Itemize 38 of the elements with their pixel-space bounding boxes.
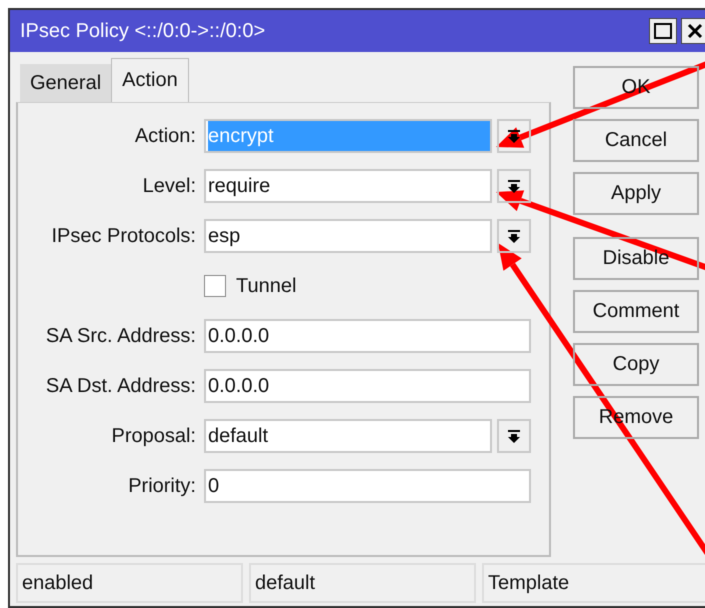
input-field[interactable]: 0	[204, 469, 531, 503]
window-title: IPsec Policy <::/0:0->::/0:0>	[20, 20, 266, 42]
dropdown-button[interactable]	[497, 169, 531, 203]
field-label: Proposal:	[110, 424, 197, 448]
field-label: SA Dst. Address:	[44, 374, 197, 398]
dialog-button[interactable]: Apply	[573, 172, 699, 215]
dropdown-field[interactable]: esp	[204, 219, 492, 253]
tab[interactable]: General	[20, 64, 112, 102]
field-label: SA Src. Address:	[44, 324, 197, 348]
dialog-button[interactable]: Cancel	[573, 119, 699, 162]
field-label: Level:	[142, 174, 197, 198]
maximize-icon	[654, 23, 672, 39]
dropdown-arrow-icon	[507, 229, 521, 243]
tunnel-checkbox[interactable]	[204, 275, 226, 297]
input-field[interactable]: 0.0.0.0	[204, 369, 531, 403]
status-cell: enabled	[16, 563, 243, 603]
dropdown-arrow-icon	[507, 179, 521, 193]
tab[interactable]: Action	[111, 58, 189, 102]
dropdown-button[interactable]	[497, 419, 531, 453]
status-cell: default	[249, 563, 476, 603]
field-label: Priority:	[127, 474, 197, 498]
field-label: IPsec Protocols:	[50, 224, 197, 248]
checkbox-label: Tunnel	[236, 274, 296, 298]
dropdown-field[interactable]: require	[204, 169, 492, 203]
field-label: Action:	[134, 124, 197, 148]
dialog-button[interactable]: Copy	[573, 343, 699, 386]
close-icon	[687, 23, 703, 39]
dropdown-button[interactable]	[497, 219, 531, 253]
close-button[interactable]	[681, 18, 705, 44]
status-cell: Template	[482, 563, 705, 603]
maximize-button[interactable]	[649, 18, 677, 44]
input-field[interactable]: 0.0.0.0	[204, 319, 531, 353]
dialog-button[interactable]: Comment	[573, 290, 699, 333]
dropdown-arrow-icon	[507, 429, 521, 443]
dropdown-arrow-icon	[507, 129, 521, 143]
dialog-button[interactable]: Disable	[573, 237, 699, 280]
dropdown-button[interactable]	[497, 119, 531, 153]
dropdown-field[interactable]: default	[204, 419, 492, 453]
